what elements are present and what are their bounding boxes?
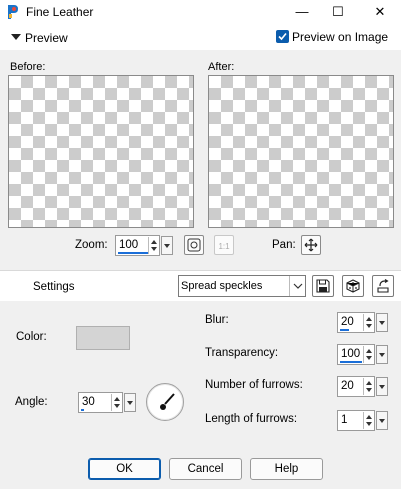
close-button[interactable]: ✕ [364,0,396,24]
reset-defaults-button[interactable] [372,275,394,297]
angle-dial-icon [160,393,175,410]
transparency-level-bar [340,361,362,363]
before-label: Before: [10,61,46,73]
help-button[interactable]: Help [250,458,323,480]
preset-value: Spread speckles [181,280,263,292]
zoom-actual-size-button[interactable]: 1:1 [214,235,234,255]
transparency-dropdown-button[interactable] [376,345,388,364]
blur-input[interactable]: 20 [337,312,388,333]
pan-label: Pan: [272,239,296,251]
save-preset-button[interactable] [312,275,334,297]
furrows-dropdown-button[interactable] [376,377,388,396]
number-of-furrows-label: Number of furrows: [205,379,303,391]
length-stepper-icon[interactable] [363,412,373,429]
zoom-fit-icon [187,238,201,252]
actual-size-icon: 1:1 [218,242,230,251]
color-swatch[interactable] [76,326,130,350]
transparency-label: Transparency: [205,347,279,359]
angle-value: 30 [82,396,95,408]
zoom-label: Zoom: [75,239,108,251]
pan-button[interactable] [301,235,321,255]
maximize-icon: ☐ [332,4,344,19]
after-preview[interactable] [208,75,394,228]
blur-value: 20 [341,316,354,328]
window-title: Fine Leather [26,5,94,19]
preview-section-label[interactable]: Preview [25,31,68,45]
zoom-fit-button[interactable] [184,235,204,255]
save-disk-icon [316,279,330,293]
cancel-button[interactable]: Cancel [169,458,242,480]
number-of-furrows-value: 20 [341,380,354,392]
angle-stepper-icon[interactable] [111,394,121,411]
ok-button[interactable]: OK [88,458,161,480]
length-dropdown-button[interactable] [376,411,388,430]
dice-icon [346,279,360,293]
blur-dropdown-button[interactable] [376,313,388,332]
randomize-button[interactable] [342,275,364,297]
blur-level-bar [340,329,349,331]
angle-label: Angle: [15,396,48,408]
angle-dropdown-button[interactable] [124,393,136,412]
reset-icon [377,279,389,293]
preview-on-image-checkbox[interactable] [276,30,289,43]
settings-label: Settings [33,281,75,293]
after-label: After: [208,61,235,73]
preset-dropdown[interactable]: Spread speckles [178,275,306,297]
app-icon [6,4,20,20]
zoom-stepper-icon[interactable] [148,237,158,254]
minimize-button[interactable]: — [286,0,318,24]
preview-on-image-label[interactable]: Preview on Image [292,30,388,44]
transparency-value: 100 [341,348,361,360]
blur-label: Blur: [205,314,229,326]
transparency-input[interactable]: 100 [337,344,388,365]
color-label: Color: [16,331,47,343]
zoom-level-bar [118,252,148,254]
blur-stepper-icon[interactable] [363,314,373,331]
angle-dial[interactable] [146,383,184,421]
length-of-furrows-input[interactable]: 1 [337,410,388,431]
number-of-furrows-input[interactable]: 20 [337,376,388,397]
furrows-stepper-icon[interactable] [363,378,373,395]
zoom-input[interactable]: 100 [115,235,173,256]
minimize-icon: — [295,4,309,19]
before-preview[interactable] [8,75,194,228]
chevron-down-icon[interactable] [289,276,305,296]
move-arrows-icon [304,238,318,252]
maximize-button[interactable]: ☐ [322,0,354,24]
zoom-value: 100 [119,239,139,251]
angle-input[interactable]: 30 [78,392,136,413]
transparency-stepper-icon[interactable] [363,346,373,363]
length-of-furrows-label: Length of furrows: [205,413,298,425]
length-of-furrows-value: 1 [341,414,348,426]
collapse-triangle-icon[interactable] [11,34,21,40]
close-icon: ✕ [374,4,386,19]
angle-level-bar [81,409,84,411]
zoom-dropdown-button[interactable] [161,236,173,255]
